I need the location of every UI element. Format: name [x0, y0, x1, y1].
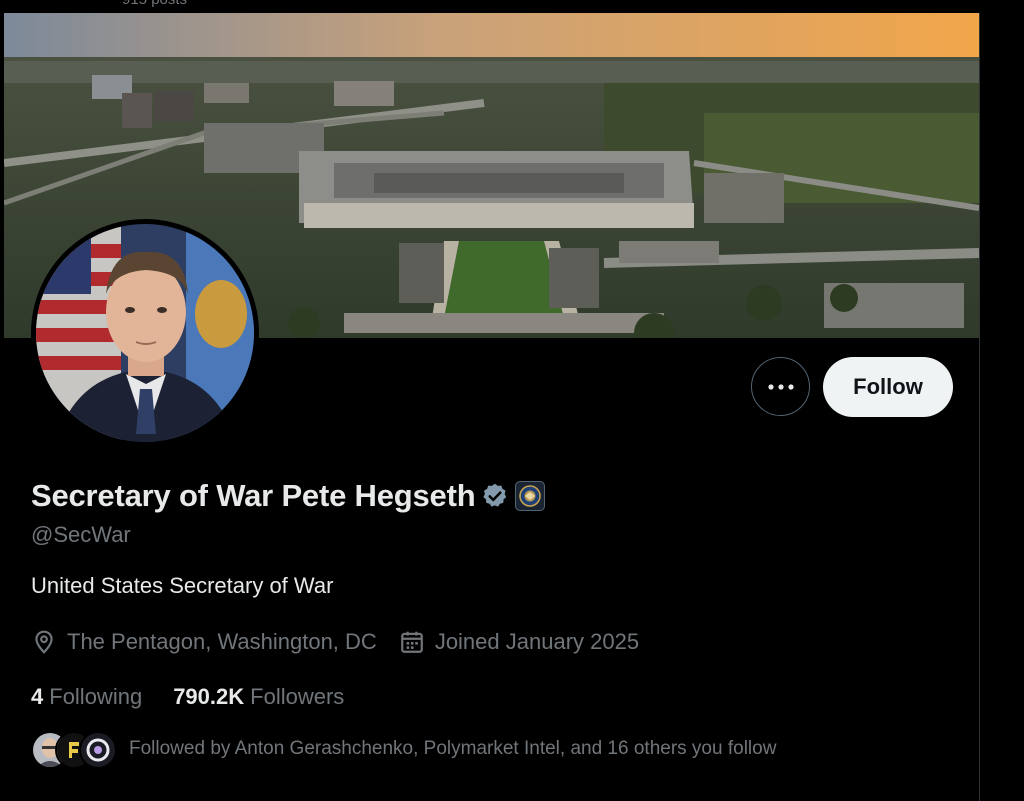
follow-stats-row: 4 Following 790.2K Followers: [31, 682, 375, 712]
followed-by-text: Followed by Anton Gerashchenko, Polymark…: [129, 738, 777, 759]
joined-item: Joined January 2025: [399, 629, 639, 655]
profile-handle: @SecWar: [31, 522, 131, 547]
more-options-button[interactable]: [751, 357, 810, 416]
avatar-photo: [36, 224, 254, 442]
profile-bio: United States Secretary of War: [31, 573, 334, 598]
following-label: Following: [49, 684, 143, 709]
followers-link[interactable]: 790.2K Followers: [173, 684, 344, 710]
verified-badge-icon[interactable]: [481, 482, 509, 510]
display-name-row: Secretary of War Pete Hegseth: [31, 476, 546, 516]
profile-avatar[interactable]: [31, 219, 259, 447]
calendar-icon: [400, 631, 423, 653]
more-dots-icon: [767, 383, 794, 390]
department-seal-icon[interactable]: [515, 481, 546, 511]
followed-by-row[interactable]: Followed by Anton Gerashchenko, Polymark…: [31, 731, 777, 769]
posts-count: 915 posts: [122, 0, 187, 8]
following-count: 4: [31, 684, 44, 709]
following-link[interactable]: 4 Following: [31, 684, 142, 710]
follower-avatar: [79, 731, 117, 769]
followers-label: Followers: [250, 684, 345, 709]
profile-meta-row: The Pentagon, Washington, DC Joined Janu…: [31, 626, 661, 658]
display-name: Secretary of War Pete Hegseth: [31, 478, 476, 513]
joined-text: Joined January 2025: [434, 629, 640, 654]
location-item: The Pentagon, Washington, DC: [31, 629, 377, 655]
profile-header-bar: 915 posts: [0, 0, 1024, 13]
location-pin-icon: [35, 630, 53, 654]
location-text: The Pentagon, Washington, DC: [67, 629, 377, 654]
follow-button[interactable]: Follow: [823, 357, 953, 417]
followed-by-avatars: [31, 731, 117, 769]
followers-count: 790.2K: [173, 684, 245, 709]
right-gutter: [980, 0, 1024, 801]
